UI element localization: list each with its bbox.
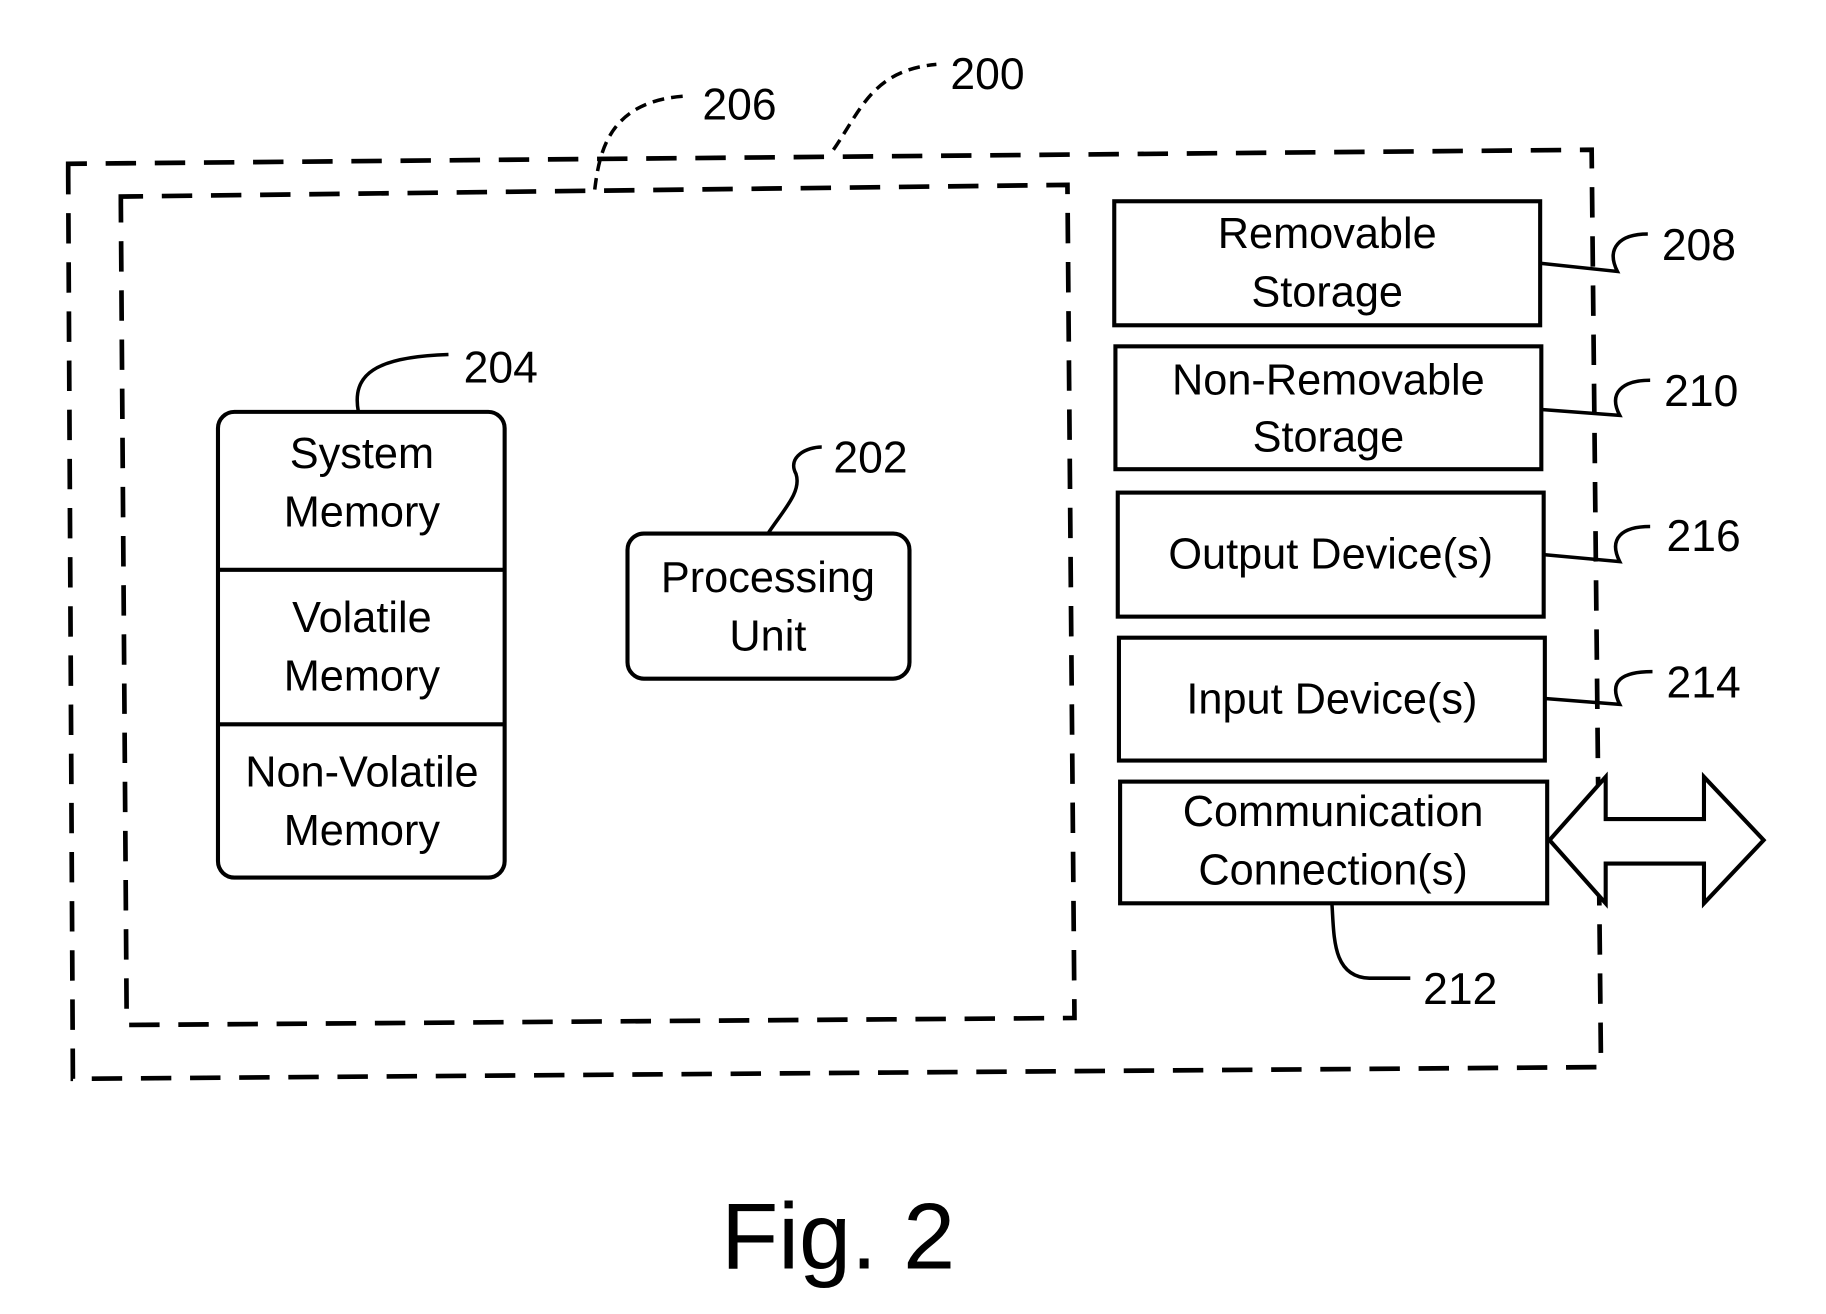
communication-connections-label-2: Connection(s) xyxy=(1198,847,1467,895)
non-volatile-memory-label: Non-Volatile xyxy=(245,748,478,796)
output-devices-label: Output Device(s) xyxy=(1168,531,1493,579)
processing-unit-label-2: Unit xyxy=(729,613,806,661)
ref-216: 216 xyxy=(1667,512,1741,561)
communication-connections-label: Communication xyxy=(1183,788,1484,836)
removable-storage-block: Removable Storage xyxy=(1112,199,1543,328)
system-memory-label: System xyxy=(290,430,434,478)
removable-storage-label-2: Storage xyxy=(1251,269,1403,317)
non-removable-storage-block: Non-Removable Storage xyxy=(1113,344,1544,472)
ref-200: 200 xyxy=(950,50,1024,99)
output-devices-block: Output Device(s) xyxy=(1115,490,1546,619)
removable-storage-label: Removable xyxy=(1218,210,1437,258)
ref-212: 212 xyxy=(1423,965,1497,1014)
ref-206: 206 xyxy=(702,80,776,129)
leader-200 xyxy=(831,62,937,151)
input-devices-block: Input Device(s) xyxy=(1116,635,1547,763)
non-removable-storage-label-2: Storage xyxy=(1253,414,1405,462)
ref-214: 214 xyxy=(1667,658,1741,707)
ref-210: 210 xyxy=(1664,367,1738,416)
non-volatile-memory-label-2: Memory xyxy=(284,807,441,855)
ref-204: 204 xyxy=(464,344,538,393)
patent-figure: 200 206 System Memory Volatile Memory No… xyxy=(65,50,1767,1288)
processing-unit-label: Processing xyxy=(661,554,875,602)
volatile-memory-label: Volatile xyxy=(292,594,432,642)
non-removable-storage-label: Non-Removable xyxy=(1172,356,1485,404)
leader-202 xyxy=(766,445,822,535)
input-devices-label: Input Device(s) xyxy=(1186,676,1477,724)
system-memory-label-2: Memory xyxy=(284,489,441,537)
ref-202: 202 xyxy=(833,434,907,483)
leader-206 xyxy=(592,94,689,190)
figure-caption: Fig. 2 xyxy=(721,1183,955,1288)
processing-unit-block: Processing Unit xyxy=(625,531,912,681)
bidirectional-arrow-icon xyxy=(1546,771,1767,909)
communication-connections-block: Communication Connection(s) xyxy=(1118,779,1550,906)
leader-204 xyxy=(355,352,449,413)
leader-212 xyxy=(1330,903,1411,980)
memory-block: System Memory Volatile Memory Non-Volati… xyxy=(215,409,507,880)
ref-208: 208 xyxy=(1662,221,1736,270)
volatile-memory-label-2: Memory xyxy=(284,652,441,700)
